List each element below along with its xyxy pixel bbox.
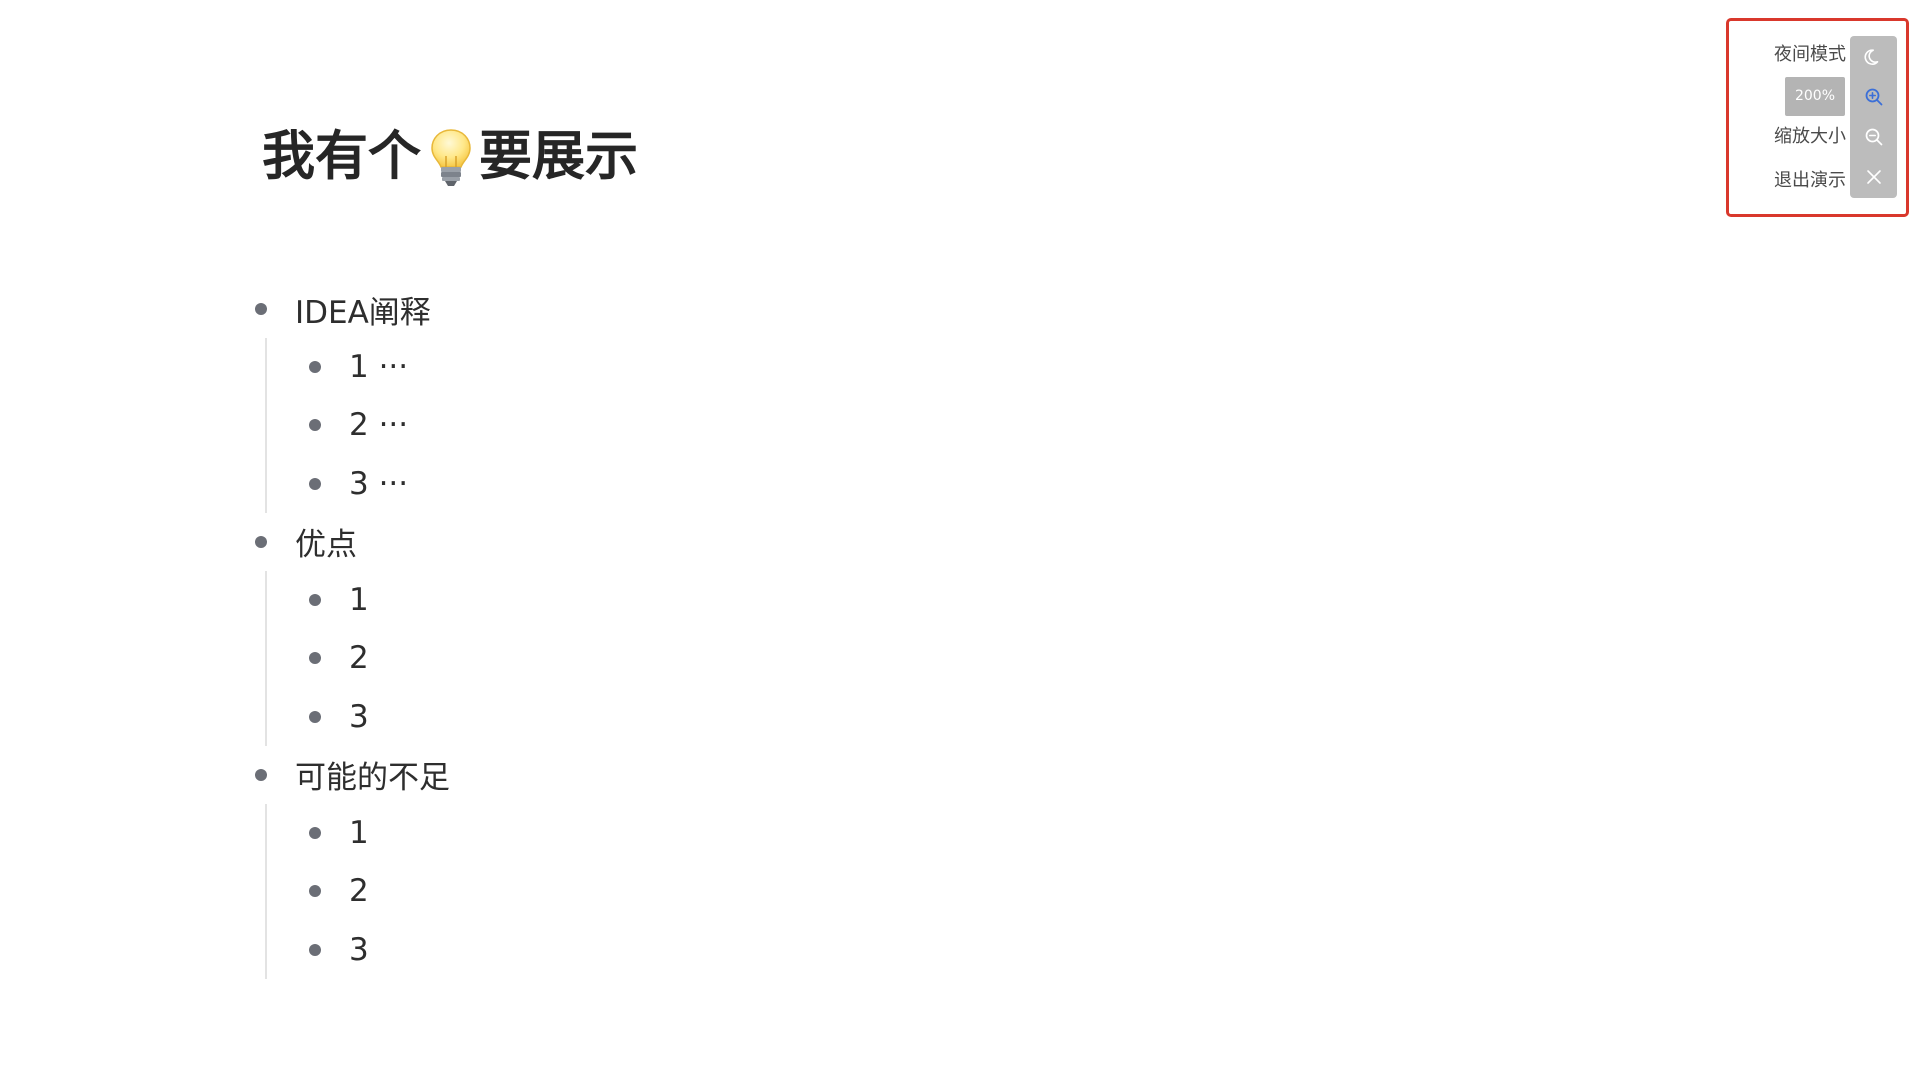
moon-icon xyxy=(1863,47,1884,67)
night-mode-button[interactable] xyxy=(1850,37,1897,77)
sub-item-label: 2 ··· xyxy=(349,407,409,444)
sub-list: 1 2 3 xyxy=(265,803,450,979)
bullet-dot[interactable] xyxy=(309,652,321,665)
bullet-dot[interactable] xyxy=(309,710,321,723)
close-icon xyxy=(1865,168,1883,186)
sub-item-label: 3 xyxy=(349,698,369,735)
outline-row[interactable]: 优点 xyxy=(255,513,450,571)
sub-list-item[interactable]: 1 ··· xyxy=(309,338,450,396)
sub-item-label: 3 ··· xyxy=(349,465,409,502)
sub-list-item[interactable]: 3 xyxy=(309,920,450,978)
outline-item-label: 可能的不足 xyxy=(295,760,450,797)
night-mode-label: 夜间模式 xyxy=(1774,44,1846,65)
sub-item-label: 1 xyxy=(349,814,369,851)
bullet-dot[interactable] xyxy=(255,535,267,548)
zoom-out-button[interactable] xyxy=(1850,117,1897,157)
zoom-level-badge: 200% xyxy=(1785,77,1845,116)
zoom-in-icon xyxy=(1864,87,1884,107)
lightbulb-icon xyxy=(427,126,475,188)
sub-item-label: 1 xyxy=(349,582,369,619)
sub-list-item[interactable]: 2 ··· xyxy=(309,396,450,454)
outline-item: 优点 1 2 3 xyxy=(255,513,450,746)
sub-list-item[interactable]: 1 xyxy=(309,571,450,629)
bullet-dot[interactable] xyxy=(309,361,321,374)
sub-item-label: 3 xyxy=(349,931,369,968)
sub-list: 1 2 3 xyxy=(265,570,450,746)
page-title: 我有个 要展示 xyxy=(262,122,638,192)
sub-list-item[interactable]: 2 xyxy=(309,862,450,920)
exit-presentation-button[interactable] xyxy=(1850,157,1897,197)
presentation-toolbar xyxy=(1850,36,1897,198)
zoom-out-icon xyxy=(1864,127,1884,147)
outline-list: IDEA阐释 1 ··· 2 ··· 3 ··· 优点 1 2 3 可能的不足 … xyxy=(255,280,450,979)
zoom-size-label: 缩放大小 xyxy=(1774,126,1846,147)
bullet-dot[interactable] xyxy=(255,303,267,315)
sub-item-label: 2 xyxy=(349,640,369,677)
sub-list-item[interactable]: 2 xyxy=(309,629,450,687)
title-text-before: 我有个 xyxy=(262,126,421,187)
bullet-dot[interactable] xyxy=(309,477,321,490)
outline-item: IDEA阐释 1 ··· 2 ··· 3 ··· xyxy=(255,280,450,513)
bullet-dot[interactable] xyxy=(309,419,321,432)
sub-item-label: 2 xyxy=(349,873,369,910)
outline-item: 可能的不足 1 2 3 xyxy=(255,746,450,979)
title-text-after: 要展示 xyxy=(479,126,638,187)
zoom-in-button[interactable] xyxy=(1850,77,1897,117)
sub-list-item[interactable]: 1 xyxy=(309,804,450,862)
sub-item-label: 1 ··· xyxy=(349,349,409,386)
outline-item-label: 优点 xyxy=(295,527,357,564)
bullet-dot[interactable] xyxy=(309,943,321,956)
bullet-dot[interactable] xyxy=(255,768,267,781)
outline-row[interactable]: IDEA阐释 xyxy=(255,280,450,338)
sub-list: 1 ··· 2 ··· 3 ··· xyxy=(265,338,450,513)
sub-list-item[interactable]: 3 ··· xyxy=(309,455,450,513)
outline-item-label: IDEA阐释 xyxy=(295,294,431,331)
bullet-dot[interactable] xyxy=(309,826,321,839)
bullet-dot[interactable] xyxy=(309,594,321,607)
exit-presentation-label: 退出演示 xyxy=(1774,170,1846,191)
sub-list-item[interactable]: 3 xyxy=(309,687,450,745)
outline-row[interactable]: 可能的不足 xyxy=(255,746,450,804)
bullet-dot[interactable] xyxy=(309,885,321,898)
